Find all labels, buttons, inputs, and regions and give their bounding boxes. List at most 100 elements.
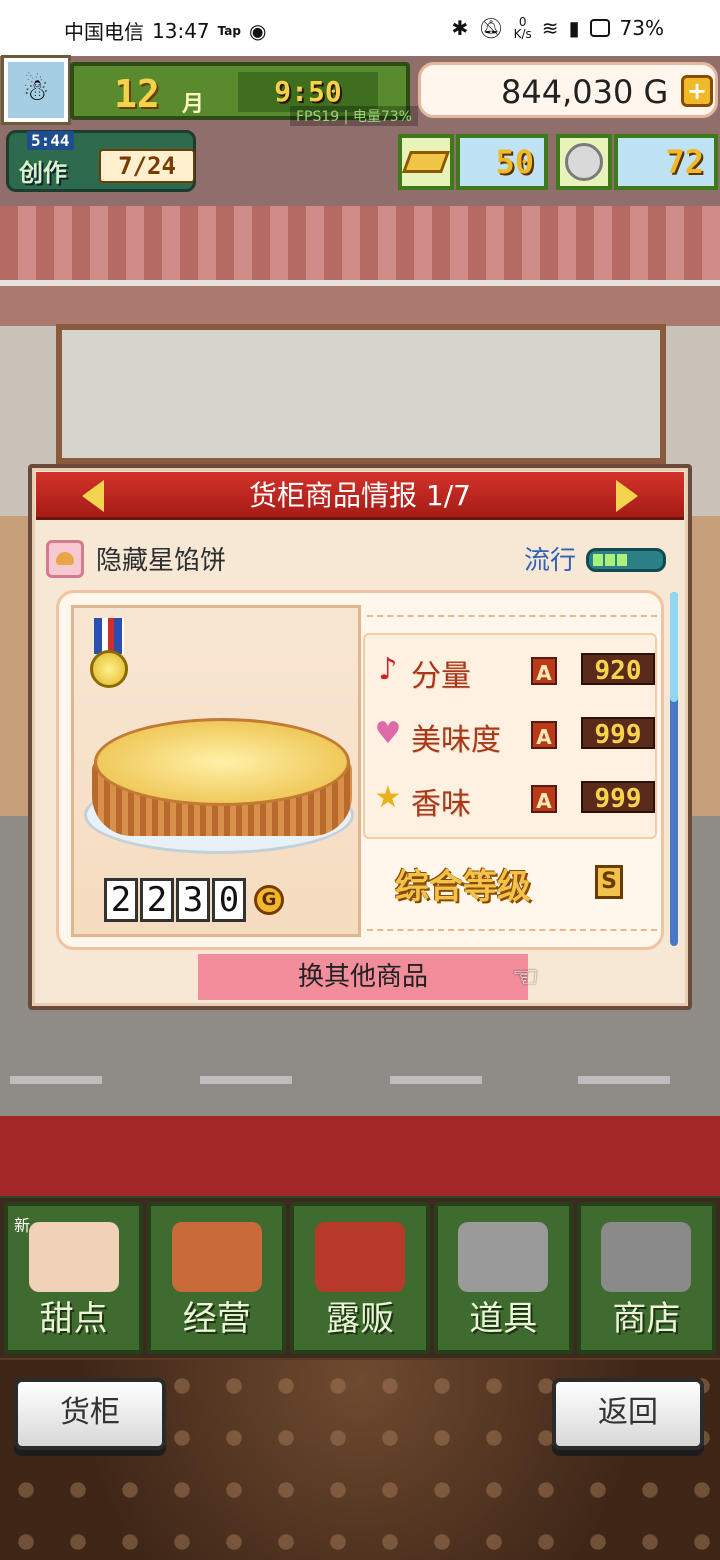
signal-icon: ▮: [568, 16, 580, 40]
panel-title: 货柜商品情报 1/7: [249, 479, 471, 512]
scrollbar-thumb[interactable]: [670, 592, 678, 702]
create-count: 7/24: [99, 149, 195, 183]
back-button[interactable]: 返回: [552, 1378, 704, 1450]
price-digit: 3: [176, 878, 210, 922]
stat-label: 美味度: [411, 723, 501, 758]
trend-meter: [586, 548, 666, 572]
gold-medal-icon: [90, 650, 128, 688]
menu-item-store[interactable]: 商店: [576, 1202, 717, 1354]
gold-panel: 844,030 G +: [418, 62, 718, 118]
avatar[interactable]: ☃: [4, 58, 68, 122]
tap-label: Tap: [217, 23, 241, 38]
stat-grade: A: [531, 721, 557, 749]
stat-value: 920: [581, 653, 655, 686]
stats-area: ♪ 分量 A 920 ♥ 美味度 A 999 ★ 香味 A 999 综合等级 S: [363, 593, 663, 953]
road-dash: [200, 1076, 292, 1084]
menu-item-dessert[interactable]: 新 甜点: [4, 1202, 144, 1354]
gear-bag-icon: [458, 1222, 549, 1292]
status-bar: 中国电信 13:47 Tap ◉ ✱ 🔕︎ 0 K/s ≋ ▮ 73%: [0, 0, 720, 56]
create-timer: 5:44: [27, 131, 74, 150]
road-dash: [390, 1076, 482, 1084]
stats-box: ♪ 分量 A 920 ♥ 美味度 A 999 ★ 香味 A 999: [363, 633, 657, 839]
silver-coin-icon: [556, 134, 612, 190]
price-display: 2 2 3 0 G: [104, 878, 284, 922]
menu-label: 道具: [469, 1299, 538, 1339]
resource-2-value: 72: [614, 134, 718, 190]
trend-segment: [593, 554, 603, 566]
medal-ribbon-icon: [94, 618, 124, 654]
gold-bar-icon: [398, 134, 454, 190]
stat-value: 999: [581, 717, 655, 750]
stat-grade: A: [531, 785, 557, 813]
wifi-icon: ≋: [541, 16, 559, 40]
menu-item-items[interactable]: 道具: [433, 1202, 573, 1354]
menu-item-stall[interactable]: 露贩: [290, 1202, 430, 1354]
stat-row-taste: ♥ 美味度 A 999: [371, 707, 659, 763]
product-details: 2 2 3 0 G ♪ 分量 A 920 ♥ 美味度 A 999 ★ 香味 A …: [56, 590, 664, 950]
status-right: ✱ 🔕︎ 0 K/s ≋ ▮ 73%: [451, 16, 664, 40]
bluetooth-icon: ✱: [451, 16, 469, 40]
net-rate: 0 K/s: [514, 16, 532, 40]
gold-value: 844,030 G: [501, 73, 669, 111]
cart-icon: [601, 1222, 692, 1292]
roof-decoration: [0, 206, 720, 286]
stat-value: 999: [581, 781, 655, 814]
menu-item-manage[interactable]: 经营: [147, 1202, 287, 1354]
bottom-menu: 新 甜点 经营 露贩 道具 商店: [0, 1198, 720, 1358]
stat-label: 香味: [411, 787, 471, 822]
menu-label: 露贩: [326, 1299, 394, 1339]
create-panel[interactable]: 5:44 创作 7/24: [6, 130, 196, 192]
shop-icon: [171, 1222, 262, 1292]
truck-icon: [315, 1222, 405, 1292]
price-digit: 2: [140, 878, 174, 922]
divider: [367, 929, 657, 931]
month-value: 12: [114, 72, 160, 116]
status-left: 中国电信 13:47 Tap ◉: [64, 16, 266, 45]
overall-grade: S: [595, 865, 623, 899]
star-icon: ★: [374, 780, 402, 815]
month-unit: 月: [182, 92, 205, 117]
pointing-hand-icon: ☜: [512, 960, 539, 995]
road-dash: [578, 1076, 670, 1084]
snowman-icon: ☃: [22, 72, 50, 108]
tart-filling-icon: [94, 718, 350, 806]
stat-label: 分量: [411, 659, 471, 694]
gold-coin-icon: G: [254, 885, 284, 915]
heart-icon: ♥: [374, 716, 402, 751]
stat-row-portion: ♪ 分量 A 920: [371, 643, 659, 699]
next-arrow-icon[interactable]: [616, 480, 638, 512]
panel-header: 货柜商品情报 1/7: [36, 472, 684, 520]
add-gold-button[interactable]: +: [681, 75, 713, 107]
stat-grade: A: [531, 657, 557, 685]
carrier-text: 中国电信: [64, 20, 144, 44]
create-label: 创作: [19, 159, 67, 187]
music-note-icon: ♪: [378, 652, 398, 687]
road-dash: [10, 1076, 102, 1084]
net-rate-unit: K/s: [513, 27, 532, 41]
menu-label: 经营: [182, 1299, 251, 1339]
trend-segment: [605, 554, 615, 566]
pie-icon: [46, 540, 84, 578]
item-name: 隐藏星馅饼: [96, 546, 227, 576]
price-digit: 0: [212, 878, 246, 922]
item-header: 隐藏星馅饼 流行: [46, 536, 676, 580]
counter-product-panel: 货柜商品情报 1/7 隐藏星馅饼 流行 2 2 3 0 G ♪ 分量 A 920…: [28, 464, 692, 1010]
trend-label: 流行: [523, 546, 576, 576]
product-image-frame: 2 2 3 0 G: [71, 605, 361, 937]
eye-icon: ◉: [248, 18, 267, 43]
divider: [367, 615, 657, 617]
status-time: 13:47: [152, 18, 210, 43]
battery-text: 73%: [619, 16, 664, 40]
mute-icon: 🔕︎: [478, 16, 504, 40]
menu-label: 甜点: [39, 1299, 108, 1339]
swap-product-button[interactable]: 换其他商品: [198, 954, 528, 1000]
battery-icon: [589, 19, 610, 37]
overall-rating-label: 综合等级: [395, 867, 531, 907]
trend-segment: [617, 554, 627, 566]
counter-button[interactable]: 货柜: [14, 1378, 166, 1450]
stat-row-aroma: ★ 香味 A 999: [371, 771, 659, 827]
price-digit: 2: [104, 878, 138, 922]
fps-readout: FPS19 | 电量73%: [290, 106, 418, 126]
cake-icon: [28, 1222, 119, 1292]
resource-1-value: 50: [456, 134, 548, 190]
